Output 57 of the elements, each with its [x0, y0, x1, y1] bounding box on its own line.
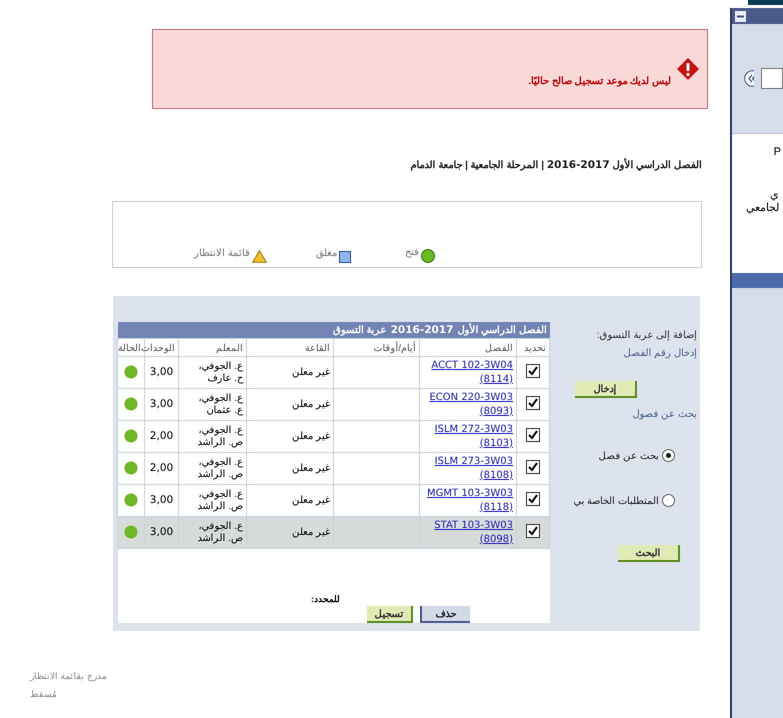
side-text: ي — [770, 188, 780, 201]
table-cell: غير معلن — [292, 462, 330, 474]
legend-label: مغلق — [316, 247, 337, 259]
column-header: تحديد — [516, 338, 550, 356]
table-cell: ع. الجوفي، ص. الراشد — [197, 488, 243, 512]
table-cell: غير معلن — [292, 526, 330, 538]
enter-button[interactable]: إدخال — [575, 381, 637, 398]
checkbox[interactable] — [526, 364, 540, 378]
side-text: P — [774, 146, 782, 158]
table-cell: 2,00 — [150, 462, 174, 474]
triangle-icon — [252, 250, 267, 263]
column-header: أيام/أوقات — [334, 338, 420, 356]
checkbox[interactable] — [526, 396, 540, 410]
search-button[interactable]: البحث — [618, 545, 680, 562]
double-chevron-icon[interactable] — [744, 70, 754, 87]
table-cell: ع. الجوفي، ع. عثمان — [198, 392, 243, 416]
collapse-icon[interactable] — [735, 10, 746, 22]
header-strip — [748, 0, 783, 5]
legend-label: فتح — [405, 246, 419, 258]
checkbox[interactable] — [526, 428, 540, 442]
table-cell: غير معلن — [292, 366, 330, 378]
column-header: المعلم — [178, 338, 246, 356]
delete-button[interactable]: حذف — [420, 606, 470, 623]
radio-option[interactable]: المتطلبات الخاصة بي — [550, 494, 697, 507]
side-bar — [732, 273, 783, 288]
legend-label: مُسقط — [30, 689, 57, 699]
table-cell: ع. الجوفي، ص. الراشد — [197, 456, 243, 480]
legend-label: قائمة الانتظار — [194, 246, 250, 258]
table-cell: 3,00 — [150, 526, 174, 538]
column-header: الفصل — [420, 338, 516, 356]
table-cell: غير معلن — [292, 494, 330, 506]
column-header: القاعة — [246, 338, 334, 356]
class-search-title: بحث عن فصول — [631, 408, 697, 420]
table-cell: 3,00 — [150, 398, 174, 410]
radio-option[interactable]: بحث عن فصل — [550, 449, 697, 462]
side-text: لجامعي — [746, 201, 780, 214]
table-cell: 3,00 — [150, 366, 174, 378]
square-icon — [339, 251, 351, 263]
checkbox[interactable] — [526, 460, 540, 474]
table-cell: ع. الجوفي، ص. الراشد — [197, 520, 243, 544]
table-cell: ع. الجوفي، ح. عارف — [198, 360, 243, 384]
warning-icon — [677, 58, 699, 80]
table-cell: 2,00 — [150, 430, 174, 442]
input-field[interactable] — [761, 68, 783, 89]
circle-icon — [421, 249, 435, 263]
table-cell: غير معلن — [292, 398, 330, 410]
table-cell: ع. الجوفي، ص. الراشد — [197, 424, 243, 448]
enter-class-label: إدخال رقم الفصل — [622, 347, 697, 359]
table-cell: 3,00 — [150, 494, 174, 506]
table-cell: غير معلن — [292, 430, 330, 442]
enroll-button[interactable]: تسجيل — [367, 606, 413, 623]
alert-message: ليس لديك موعد تسجيل صالح حاليًا. — [528, 75, 671, 87]
legend-label: مدرج بقائمة الانتظار — [30, 671, 108, 681]
checkbox[interactable] — [526, 492, 540, 506]
add-to-cart-title: إضافة إلى عربة التسوق: — [596, 329, 697, 341]
checkbox[interactable] — [526, 524, 540, 538]
selected-label: للمحدد: — [310, 594, 340, 604]
